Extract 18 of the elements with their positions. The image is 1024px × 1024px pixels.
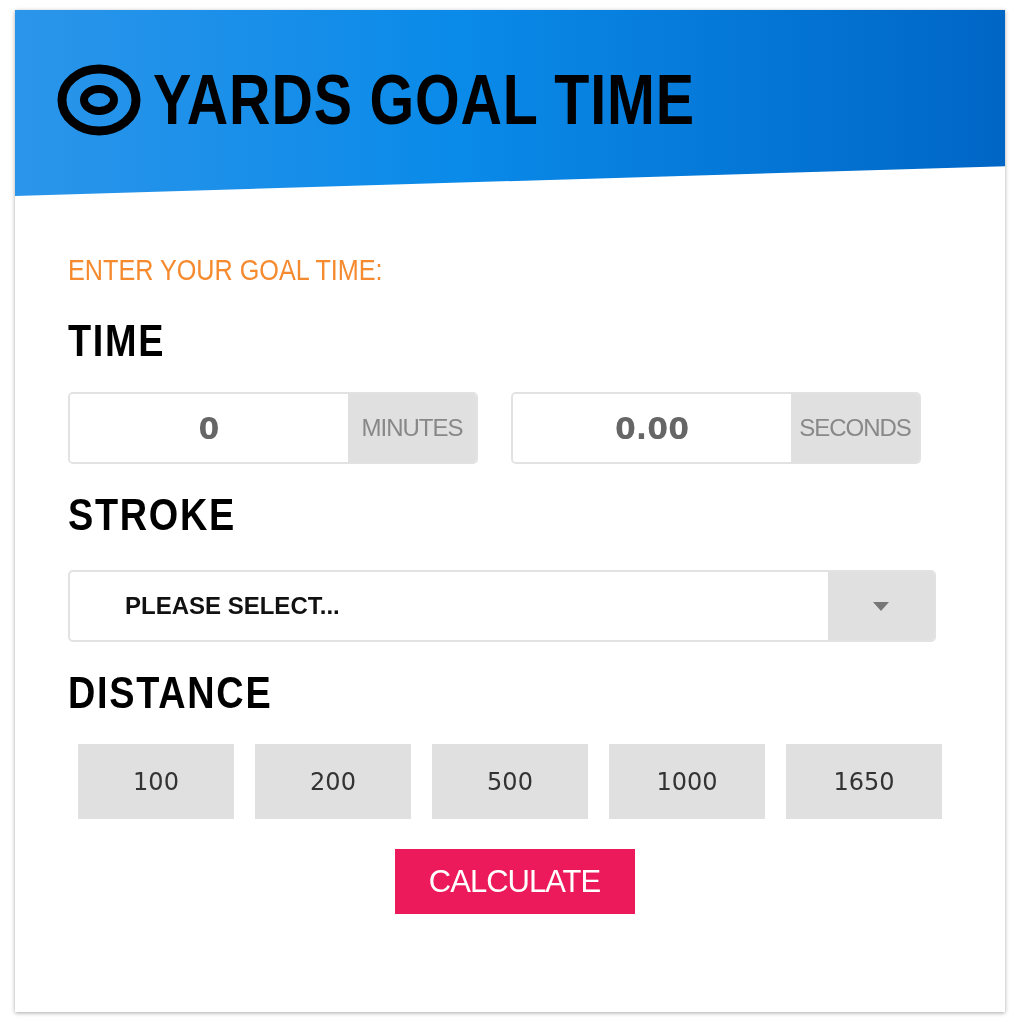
section-heading: TIME (68, 316, 166, 366)
prompt-label: ENTER YOUR GOAL TIME: (68, 252, 383, 288)
time-field[interactable]: 0.00 SECONDS (511, 392, 921, 464)
target-icon (57, 64, 141, 136)
distance-option[interactable]: 100 (78, 744, 234, 819)
distance-option[interactable]: 500 (432, 744, 588, 819)
distance-option[interactable]: 200 (255, 744, 411, 819)
page-title: YARDS GOAL TIME (153, 60, 695, 140)
time-field[interactable]: 0 MINUTES (68, 392, 478, 464)
stroke-dropdown[interactable]: PLEASE SELECT... (68, 570, 936, 642)
section-heading: DISTANCE (68, 668, 273, 718)
unit-label: MINUTES (348, 394, 476, 462)
distance-option[interactable]: 1650 (786, 744, 942, 819)
distance-option[interactable]: 1000 (609, 744, 765, 819)
section-heading: STROKE (68, 490, 236, 540)
caret-icon (873, 601, 889, 611)
calculate-button[interactable]: CALCULATE (394, 849, 635, 914)
unit-label: SECONDS (791, 394, 919, 462)
